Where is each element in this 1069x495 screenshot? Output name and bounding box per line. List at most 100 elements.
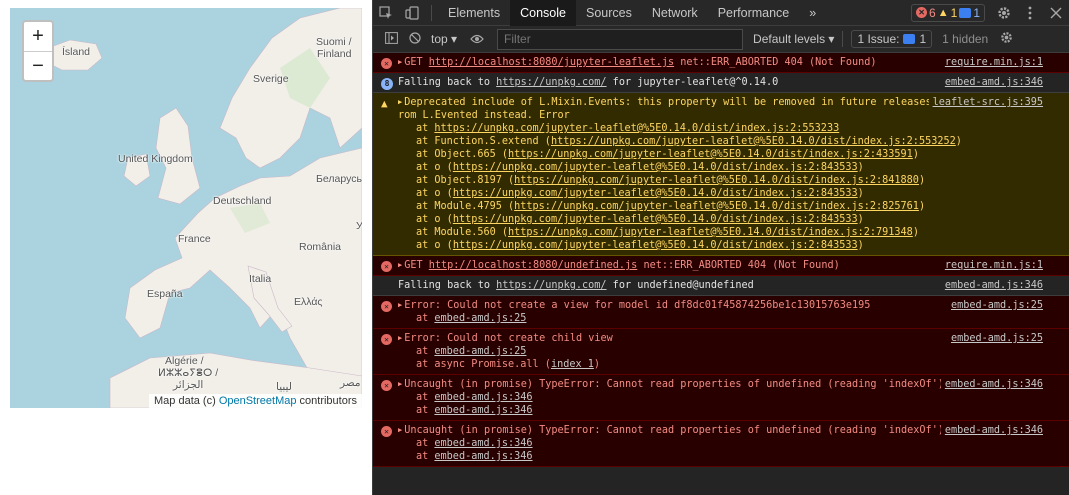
console-message-info[interactable]: embed-amd.js:346 Falling back to https://…: [373, 276, 1069, 296]
expand-triangle-icon[interactable]: ▶: [398, 332, 402, 345]
stack-frame-link[interactable]: embed-amd.js:346: [434, 451, 532, 462]
stack-frame-link[interactable]: embed-amd.js:25: [434, 346, 526, 357]
inspect-element-icon[interactable]: [373, 0, 399, 26]
clear-console-icon[interactable]: [403, 31, 427, 47]
osm-link[interactable]: OpenStreetMap: [219, 395, 297, 407]
log-levels-dropdown[interactable]: Default levels ▾: [753, 32, 834, 46]
message-source-link[interactable]: embed-amd.js:346: [940, 378, 1043, 391]
stack-frame-link[interactable]: embed-amd.js:346: [434, 392, 532, 403]
console-message-info[interactable]: 8 embed-amd.js:346 Falling back to https:/…: [373, 73, 1069, 93]
map-label-ukraine: У: [356, 220, 362, 232]
stack-frame-suffix: ): [955, 136, 962, 147]
context-selector[interactable]: top ▾: [431, 32, 457, 46]
tab-sources[interactable]: Sources: [576, 0, 642, 26]
map-label-italia: Italia: [249, 273, 272, 285]
expand-triangle-icon[interactable]: ▶: [398, 299, 402, 312]
console-message-error[interactable]: ✕ embed-amd.js:25 ▶ Error: Could not create…: [373, 296, 1069, 329]
map-label-belarus: Беларусь: [316, 173, 362, 185]
stack-frame-suffix: ): [912, 149, 919, 160]
tab-network[interactable]: Network: [642, 0, 708, 26]
toolbar-divider: [842, 31, 844, 47]
stack-frame-prefix: at: [416, 451, 435, 462]
expand-triangle-icon[interactable]: ▶: [398, 96, 402, 109]
map-label-ellas: Ελλάς: [294, 296, 323, 308]
stack-frame-prefix: at o (: [416, 240, 453, 251]
stack-frame-link[interactable]: https://unpkg.com/jupyter-leaflet@%5E0.1…: [508, 149, 913, 160]
stack-frame-link[interactable]: https://unpkg.com/jupyter-leaflet@%5E0.1…: [453, 188, 858, 199]
issue-counters[interactable]: ✕ 6 ▲ 1 1: [911, 3, 985, 22]
stack-frame-link[interactable]: embed-amd.js:346: [434, 438, 532, 449]
stack-frame: at https://unpkg.com/jupyter-leaflet@%5E…: [398, 122, 1043, 135]
stack-frame-link[interactable]: https://unpkg.com/jupyter-leaflet@%5E0.1…: [514, 201, 919, 212]
map-label-suomi: Suomi /: [316, 36, 352, 48]
stack-frame-link[interactable]: embed-amd.js:25: [434, 313, 526, 324]
message-suffix: for undefined@undefined: [606, 280, 754, 291]
filter-input[interactable]: [497, 28, 744, 50]
stack-frame-link[interactable]: index 1: [551, 359, 594, 370]
stack-frame-link[interactable]: https://unpkg.com/jupyter-leaflet@%5E0.1…: [453, 240, 858, 251]
tab-performance[interactable]: Performance: [708, 0, 800, 26]
stack-frame: at async Promise.all (index 1): [398, 358, 1043, 371]
message-source-link[interactable]: embed-amd.js:25: [946, 332, 1043, 345]
more-tabs-chevron-icon[interactable]: »: [799, 0, 826, 26]
console-message-error[interactable]: ✕ require.min.js:1 ▶ GET http://localhost:8…: [373, 53, 1069, 73]
stack-frame-link[interactable]: embed-amd.js:346: [434, 405, 532, 416]
attribution-suffix: contributors: [296, 395, 357, 407]
settings-gear-icon[interactable]: [991, 0, 1017, 26]
device-toolbar-icon[interactable]: [399, 0, 425, 26]
hidden-messages-count: 1 hidden: [942, 32, 989, 46]
message-count: 1: [973, 5, 980, 20]
map-label-algerie-arabic: الجزائر: [173, 379, 204, 391]
message-url-link[interactable]: http://localhost:8080/jupyter-leaflet.js: [429, 57, 674, 68]
zoom-out-button[interactable]: −: [24, 51, 52, 80]
sidebar-toggle-icon[interactable]: [379, 31, 403, 47]
tab-elements[interactable]: Elements: [438, 0, 510, 26]
error-icon: ✕: [381, 379, 392, 392]
console-message-error[interactable]: ✕ embed-amd.js:25 ▶ Error: Could not create…: [373, 329, 1069, 375]
message-url-link[interactable]: https://unpkg.com/: [496, 77, 606, 88]
stack-frame-prefix: at: [416, 438, 435, 449]
console-settings-gear-icon[interactable]: [994, 31, 1018, 47]
stack-frame-link[interactable]: https://unpkg.com/jupyter-leaflet@%5E0.1…: [453, 162, 858, 173]
stack-frame-link[interactable]: https://unpkg.com/jupyter-leaflet@%5E0.1…: [508, 227, 913, 238]
tab-console[interactable]: Console: [510, 0, 576, 26]
expand-triangle-icon[interactable]: ▶: [398, 56, 402, 69]
issues-button[interactable]: 1 Issue: 1: [851, 30, 933, 48]
stack-frame-prefix: at Object.8197 (: [416, 175, 515, 186]
console-message-error[interactable]: ✕ require.min.js:1 ▶ GET http://localhost:8…: [373, 256, 1069, 276]
message-icon: [959, 7, 972, 18]
message-source-link[interactable]: require.min.js:1: [940, 259, 1043, 272]
leaflet-map[interactable]: + − Ísland Suomi / Finland Sverige Unite…: [10, 8, 362, 408]
stack-frame-link[interactable]: https://unpkg.com/jupyter-leaflet@%5E0.1…: [551, 136, 956, 147]
message-source-link[interactable]: embed-amd.js:346: [940, 424, 1043, 437]
console-message-error[interactable]: ✕ embed-amd.js:346 ▶ Uncaught (in promise) …: [373, 421, 1069, 467]
zoom-in-button[interactable]: +: [24, 22, 52, 51]
message-url-link[interactable]: http://localhost:8080/undefined.js: [429, 260, 638, 271]
live-expression-eye-icon[interactable]: [465, 32, 489, 47]
stack-frame-link[interactable]: https://unpkg.com/jupyter-leaflet@%5E0.1…: [453, 214, 858, 225]
error-icon: ✕: [381, 57, 392, 70]
console-message-error[interactable]: ✕ embed-amd.js:346 ▶ Uncaught (in promise) …: [373, 375, 1069, 421]
stack-frame-suffix: ): [857, 188, 864, 199]
kebab-menu-icon[interactable]: [1017, 0, 1043, 26]
stack-frame: at o (https://unpkg.com/jupyter-leaflet@…: [398, 161, 1043, 174]
console-message-warning[interactable]: ▲ leaflet-src.js:395 ▶ Deprecated include o…: [373, 93, 1069, 256]
expand-triangle-icon[interactable]: ▶: [398, 424, 402, 437]
message-source-link[interactable]: embed-amd.js:346: [940, 76, 1043, 89]
expand-triangle-icon[interactable]: ▶: [398, 259, 402, 272]
stack-frame: at embed-amd.js:346: [398, 391, 1043, 404]
stack-frame-link[interactable]: https://unpkg.com/jupyter-leaflet@%5E0.1…: [434, 123, 839, 134]
warning-icon: ▲: [381, 97, 388, 110]
stack-frame: at embed-amd.js:25: [398, 345, 1043, 358]
expand-triangle-icon[interactable]: ▶: [398, 378, 402, 391]
close-icon[interactable]: [1043, 0, 1069, 26]
message-source-link[interactable]: embed-amd.js:25: [946, 299, 1043, 312]
message-source-link[interactable]: leaflet-src.js:395: [928, 96, 1043, 109]
console-toolbar: top ▾ Default levels ▾ 1 Issue: 1 1 hidd…: [373, 26, 1069, 53]
stack-frame-link[interactable]: https://unpkg.com/jupyter-leaflet@%5E0.1…: [514, 175, 919, 186]
attribution-prefix: Map data (c): [154, 395, 219, 407]
message-url-link[interactable]: https://unpkg.com/: [496, 280, 606, 291]
message-source-link[interactable]: embed-amd.js:346: [940, 279, 1043, 292]
message-source-link[interactable]: require.min.js:1: [940, 56, 1043, 69]
warning-icon: ▲: [937, 6, 949, 19]
